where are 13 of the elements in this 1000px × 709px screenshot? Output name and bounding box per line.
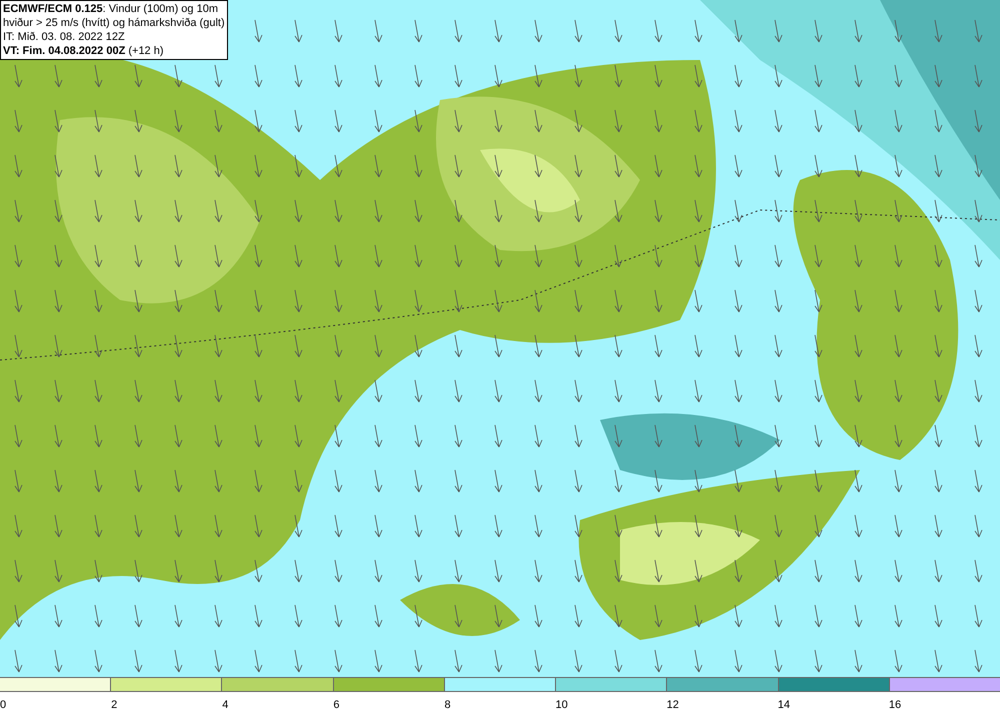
legend-label: 16	[888, 699, 902, 709]
legend-label: 0	[0, 699, 6, 709]
legend-label: 12	[666, 699, 679, 709]
info-text: ECMWF/ECM 0.125: Vindur (100m) og 10m	[3, 2, 219, 16]
legend-label: 8	[444, 699, 451, 709]
info-text: VT: Fim. 04.08.2022 00Z (+12 h)	[3, 44, 165, 58]
info-text: hviður > 25 m/s (hvítt) og hámarkshviða (gult)	[3, 16, 225, 30]
legend-label: 2	[111, 699, 118, 709]
legend-label: 14	[778, 699, 790, 709]
legend-label: 10	[556, 699, 568, 709]
legend-label: 6	[333, 699, 340, 709]
info-text: IT: Mið. 03. 08. 2022 12Z	[3, 30, 126, 44]
legend-label: 4	[222, 699, 228, 709]
